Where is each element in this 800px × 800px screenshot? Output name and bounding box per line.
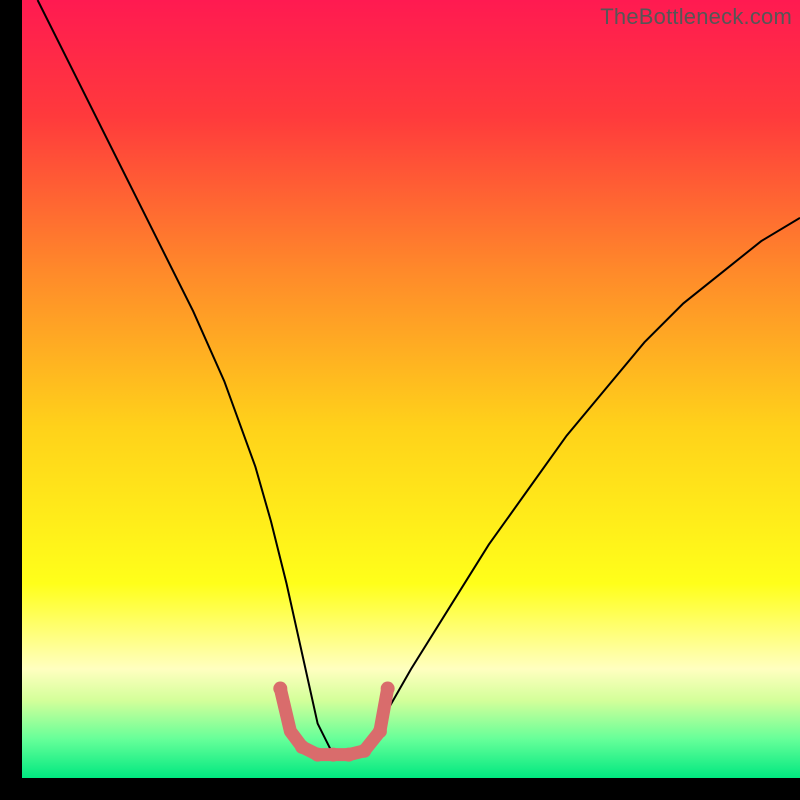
highlight-dot — [311, 748, 325, 762]
highlight-dot — [357, 744, 371, 758]
chart-background — [22, 0, 800, 778]
highlight-dot — [373, 724, 387, 738]
highlight-dot — [342, 748, 356, 762]
bottleneck-chart — [22, 0, 800, 778]
highlight-dot — [295, 740, 309, 754]
chart-frame: TheBottleneck.com — [22, 0, 800, 778]
highlight-dot — [326, 748, 340, 762]
highlight-dot — [273, 682, 287, 696]
watermark-text: TheBottleneck.com — [600, 4, 792, 30]
highlight-dot — [381, 682, 395, 696]
